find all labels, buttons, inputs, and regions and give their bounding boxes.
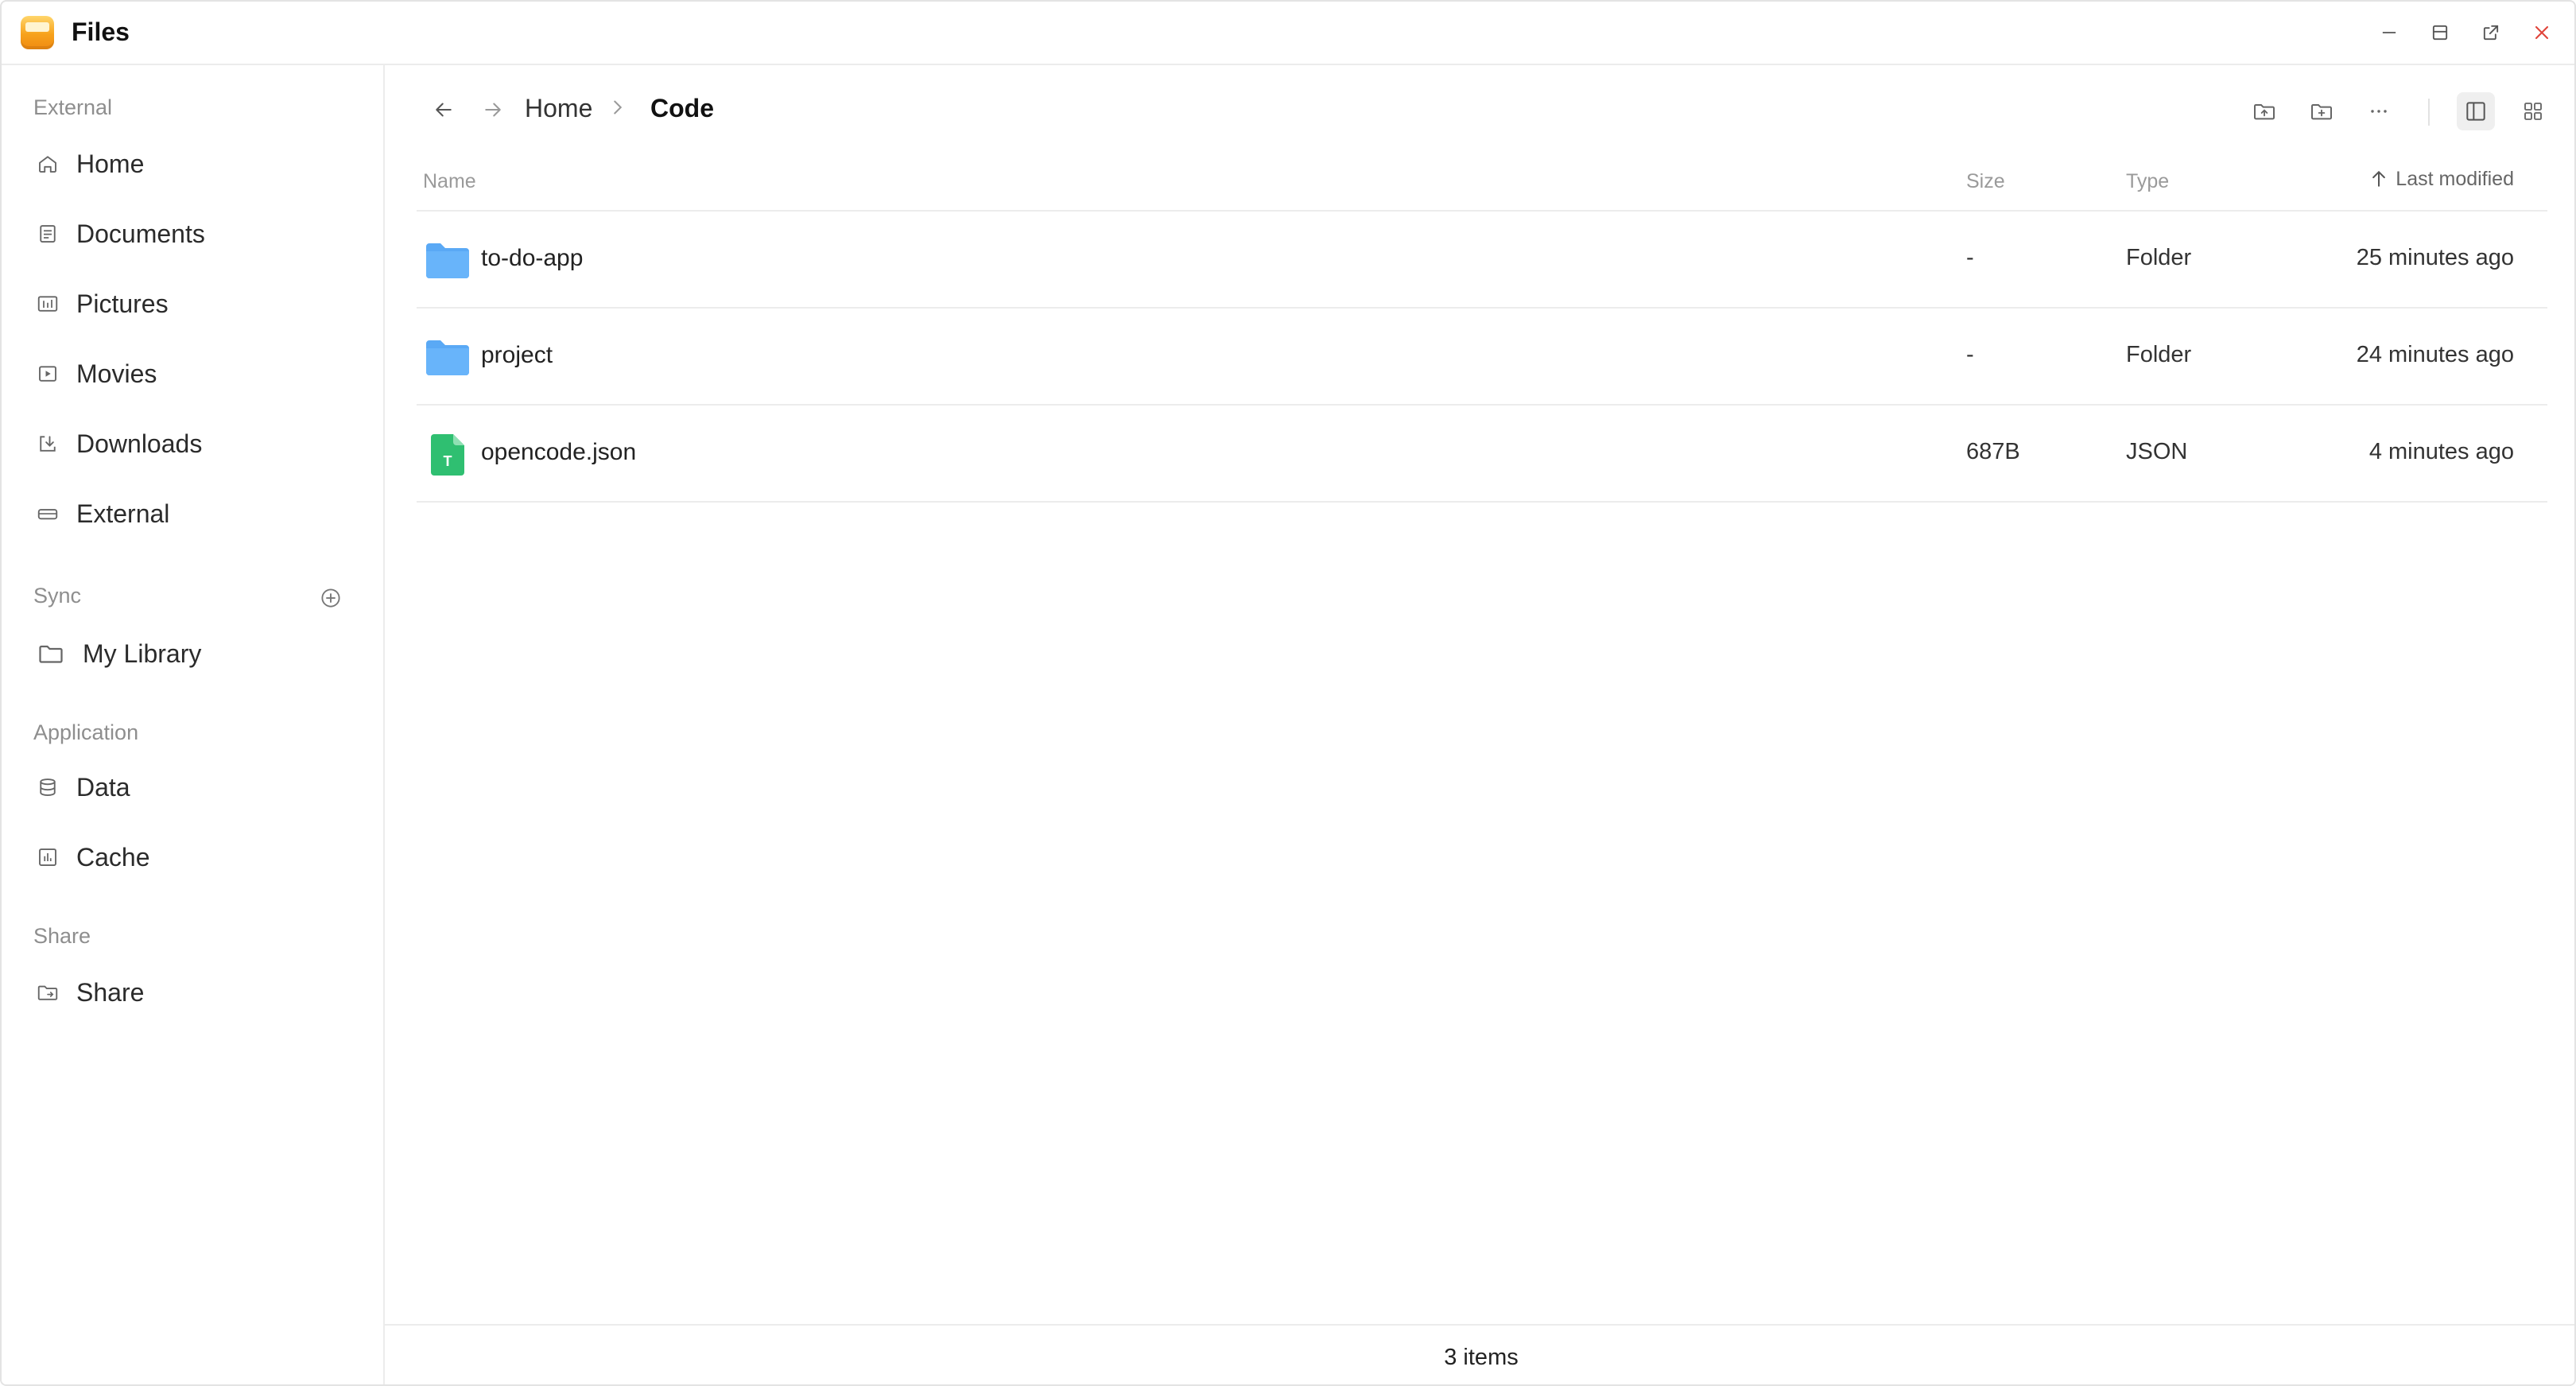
list-view-button[interactable] <box>2457 92 2495 130</box>
sidebar-item-movies[interactable]: Movies <box>33 350 351 398</box>
breadcrumb-home[interactable]: Home <box>525 94 592 123</box>
forward-button[interactable] <box>475 92 510 127</box>
status-bar: 3 items <box>385 1324 2574 1384</box>
sidebar-item-label: Home <box>76 149 145 178</box>
pictures-icon <box>33 289 62 318</box>
row-name: project <box>481 342 553 368</box>
title-bar: Files <box>2 2 2574 65</box>
database-icon <box>33 773 62 802</box>
sidebar-item-label: Downloads <box>76 429 203 458</box>
arrow-right-icon <box>485 103 501 117</box>
row-modified: 25 minutes ago <box>2356 245 2514 270</box>
download-icon <box>33 429 62 458</box>
row-type: Folder <box>2126 342 2192 367</box>
window-controls <box>2372 16 2559 49</box>
close-button[interactable] <box>2525 16 2559 49</box>
folder-icon <box>426 340 469 375</box>
sidebar-item-my-library[interactable]: My Library <box>33 630 351 677</box>
row-type: Folder <box>2126 245 2192 270</box>
minimize-button[interactable] <box>2372 16 2406 49</box>
more-button[interactable] <box>2360 92 2398 130</box>
column-header-size[interactable]: Size <box>1966 170 2005 193</box>
item-count: 3 items <box>1444 1345 1519 1370</box>
table-row[interactable]: to-do-app - Folder 25 minutes ago <box>417 212 2547 309</box>
grid-icon <box>2524 103 2542 120</box>
plus-circle-icon <box>321 588 340 608</box>
sidebar-item-label: Share <box>76 977 145 1007</box>
minimize-icon <box>2382 32 2396 33</box>
column-header-type[interactable]: Type <box>2126 170 2169 193</box>
table-row[interactable]: T opencode.json 687B JSON 4 minutes ago <box>417 406 2547 503</box>
external-link-icon <box>2483 25 2499 41</box>
folder-icon <box>426 243 469 278</box>
row-size: - <box>1966 342 1974 367</box>
row-size: 687B <box>1966 439 2020 464</box>
sidebar-item-label: Data <box>76 772 130 802</box>
drive-icon <box>33 499 62 528</box>
chevron-right-icon <box>614 100 623 115</box>
app-icon <box>21 16 54 49</box>
sidebar-item-label: Pictures <box>76 289 169 318</box>
close-icon <box>2535 25 2549 40</box>
toolbar: Home Code <box>385 65 2574 154</box>
row-name: to-do-app <box>481 245 584 271</box>
more-horizontal-icon <box>2371 110 2387 113</box>
text-file-icon: T <box>431 434 464 476</box>
maximize-button[interactable] <box>2423 16 2457 49</box>
column-header-modified-label: Last modified <box>2396 167 2514 190</box>
sidebar-layout-icon <box>2466 102 2485 121</box>
sidebar-item-cache[interactable]: Cache <box>33 833 351 881</box>
grid-view-button[interactable] <box>2514 92 2552 130</box>
table-row[interactable]: project - Folder 24 minutes ago <box>417 309 2547 406</box>
section-label-application: Application <box>33 720 139 744</box>
sidebar-item-label: Documents <box>76 219 205 248</box>
sidebar-item-label: My Library <box>83 639 202 668</box>
breadcrumb-current: Code <box>650 94 714 122</box>
sidebar-item-label: Cache <box>76 842 150 872</box>
section-label-share: Share <box>33 924 91 948</box>
row-size: - <box>1966 245 1974 270</box>
movie-icon <box>33 359 62 388</box>
row-modified: 24 minutes ago <box>2356 342 2514 367</box>
maximize-icon <box>2432 25 2448 41</box>
sort-ascending-icon <box>2372 170 2386 187</box>
row-type: JSON <box>2126 439 2188 464</box>
share-folder-icon <box>33 978 62 1007</box>
sidebar-item-pictures[interactable]: Pictures <box>33 280 351 328</box>
sidebar-item-downloads[interactable]: Downloads <box>33 420 351 468</box>
section-label-sync: Sync <box>33 584 82 608</box>
section-label-external: External <box>33 95 113 119</box>
column-header-modified[interactable]: Last modified <box>2367 167 2514 191</box>
app-title: Files <box>72 17 130 46</box>
main-panel: Home Code Name Size Type Last modified t… <box>385 65 2574 1384</box>
cache-icon <box>33 843 62 872</box>
folder-upload-icon <box>2254 104 2275 120</box>
home-icon <box>33 149 62 178</box>
sidebar-item-external[interactable]: External <box>33 490 351 538</box>
arrow-left-icon <box>436 103 452 117</box>
add-sync-button[interactable] <box>316 584 345 612</box>
sidebar-item-share[interactable]: Share <box>33 969 351 1016</box>
upload-button[interactable] <box>2245 92 2283 130</box>
back-button[interactable] <box>426 92 461 127</box>
row-modified: 4 minutes ago <box>2368 439 2514 464</box>
folder-plus-icon <box>2311 104 2332 120</box>
sidebar-item-data[interactable]: Data <box>33 763 351 811</box>
popout-button[interactable] <box>2474 16 2508 49</box>
row-name: opencode.json <box>481 439 637 465</box>
sidebar-item-documents[interactable]: Documents <box>33 210 351 258</box>
files-window: Files External Home Documents Pictures M… <box>0 0 2576 1386</box>
toolbar-divider <box>2428 99 2430 126</box>
new-folder-button[interactable] <box>2302 92 2341 130</box>
document-icon <box>33 219 62 248</box>
sidebar-item-label: Movies <box>76 359 157 388</box>
svg-text:T: T <box>444 453 452 469</box>
sidebar: External Home Documents Pictures Movies … <box>2 65 385 1384</box>
sidebar-item-home[interactable]: Home <box>33 140 351 188</box>
sidebar-item-label: External <box>76 499 170 528</box>
column-header-name[interactable]: Name <box>423 170 476 193</box>
folder-icon <box>33 639 68 668</box>
